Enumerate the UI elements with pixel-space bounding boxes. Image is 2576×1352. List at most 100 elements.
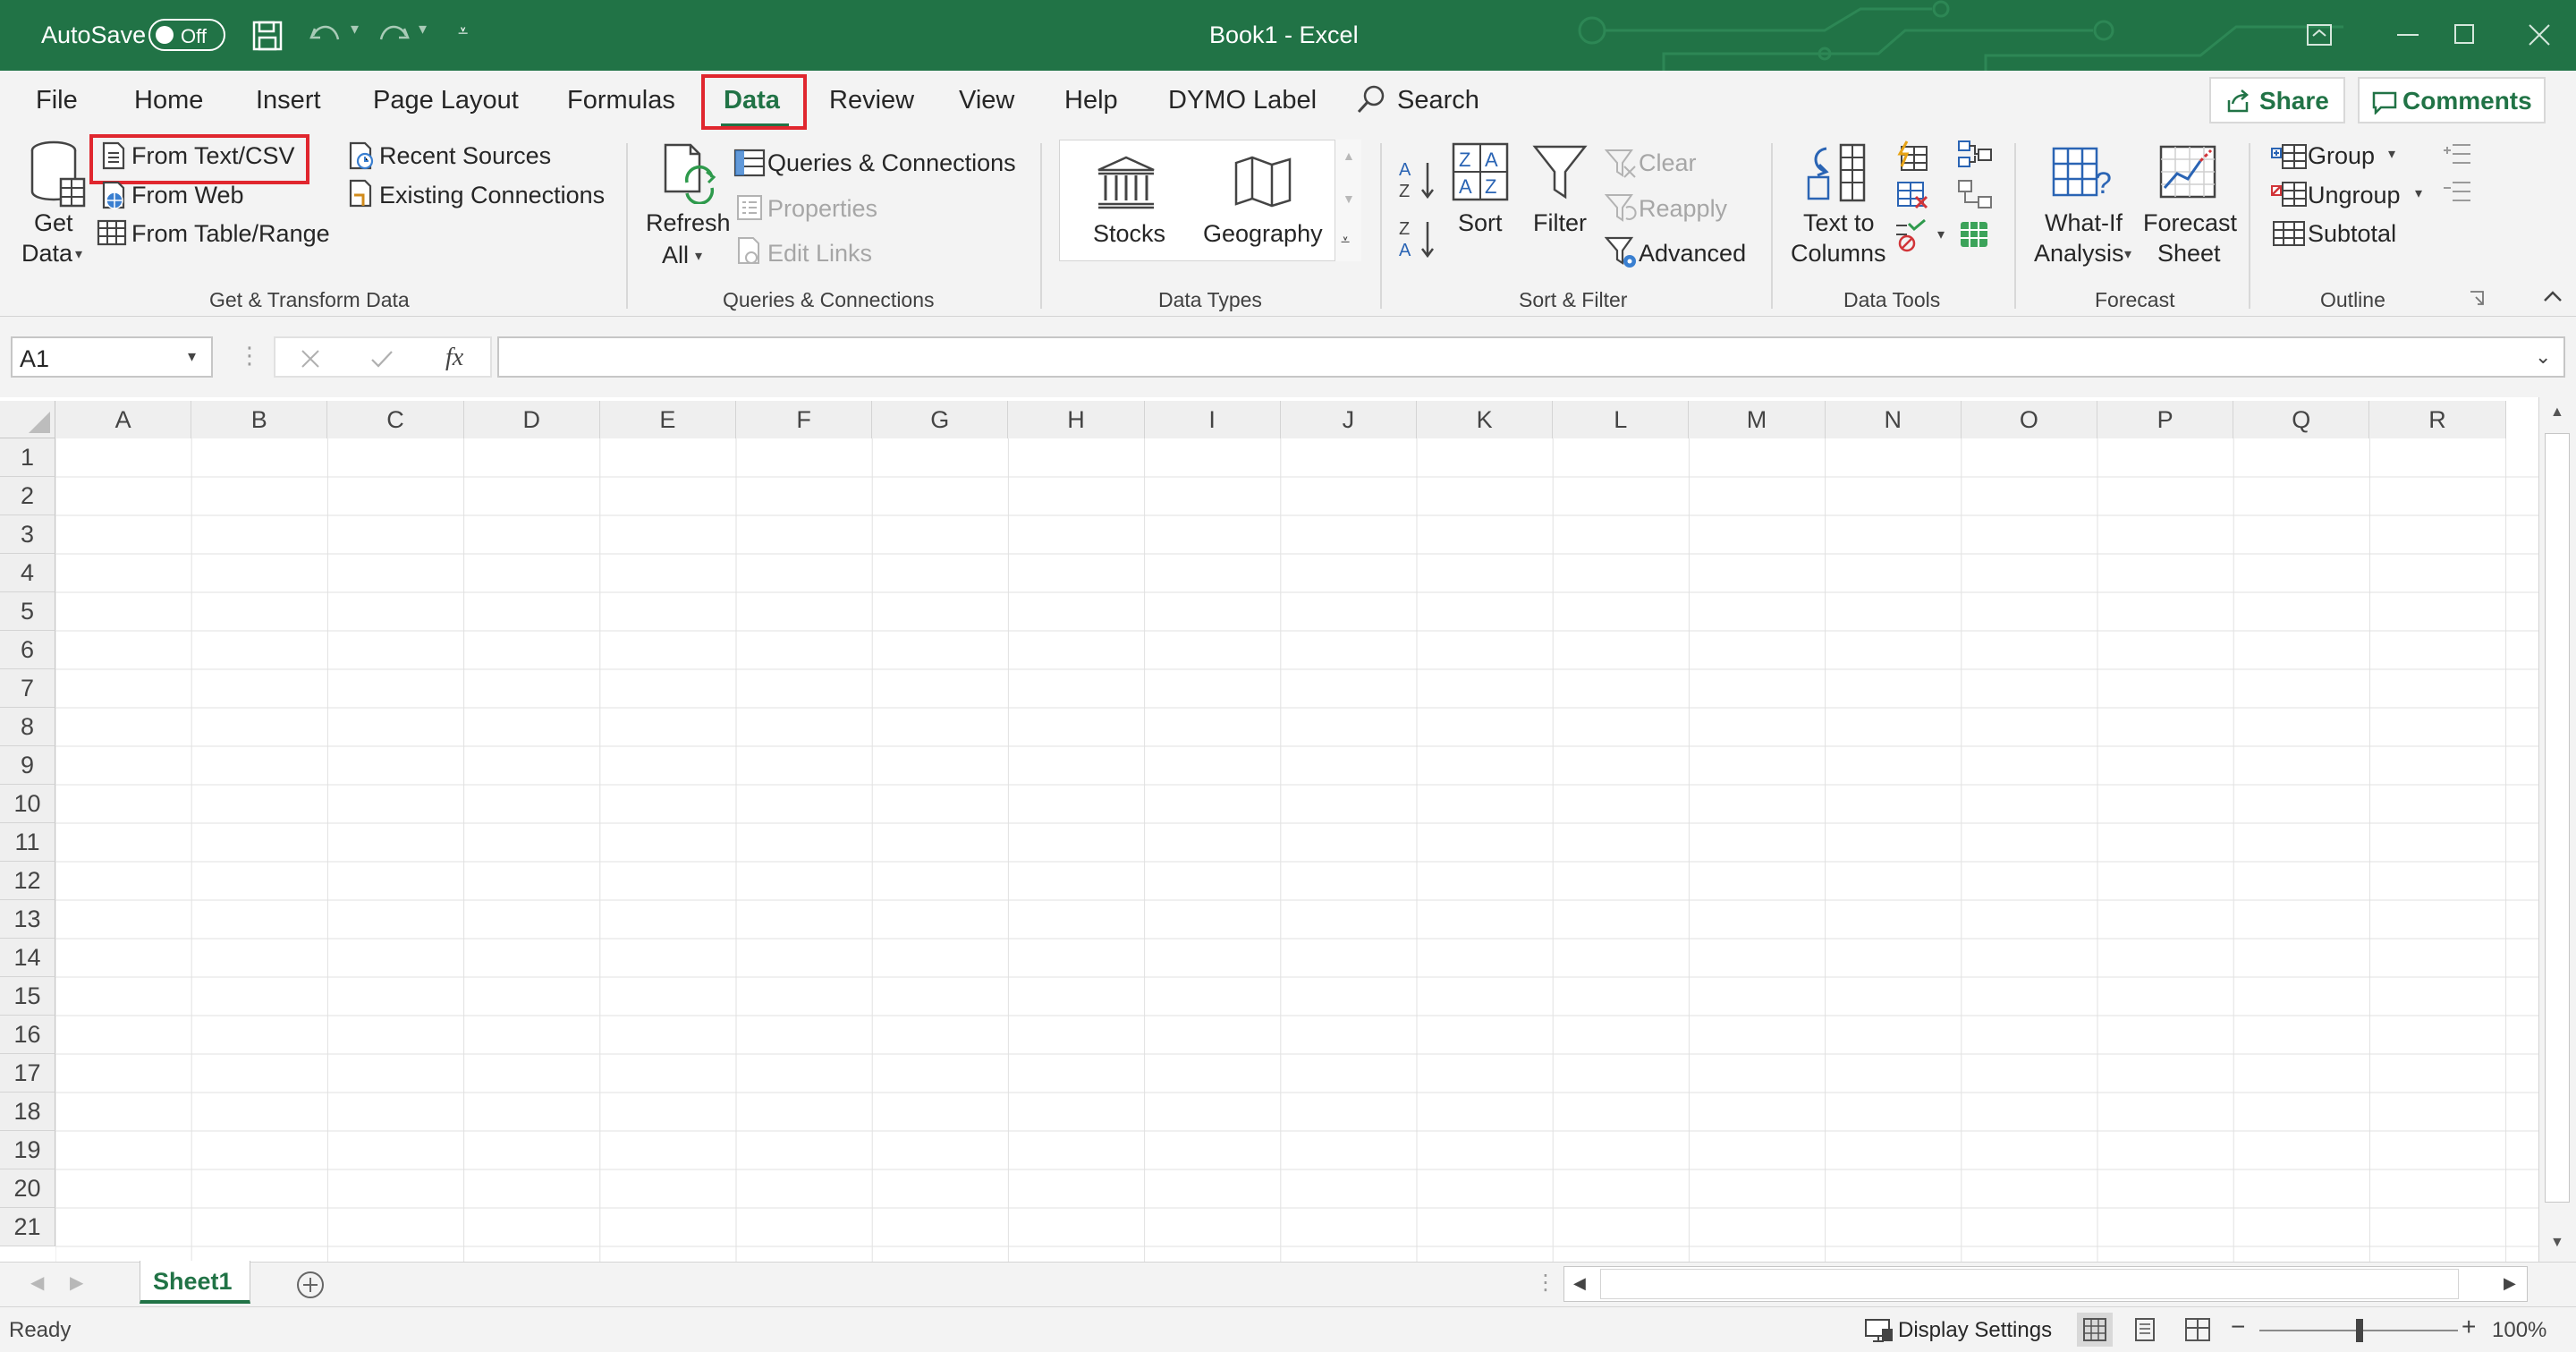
what-if-label-2[interactable]: Analysis [2034,240,2124,268]
sort-z-to-a-icon[interactable]: Z A [1397,217,1436,261]
get-data-label-2[interactable]: Data [21,240,72,268]
column-header[interactable]: G [872,401,1009,438]
from-web-button[interactable]: From Web [131,182,244,209]
what-if-dropdown-icon[interactable]: ▾ [2124,245,2131,263]
column-header[interactable]: I [1144,401,1281,438]
column-header[interactable]: A [55,401,192,438]
tab-insert[interactable]: Insert [256,86,321,115]
reapply-button[interactable]: Reapply [1639,195,1727,223]
formula-input[interactable]: ⌄ [497,336,2565,378]
horizontal-scroll-thumb[interactable] [1600,1269,2459,1299]
normal-view-button[interactable] [2077,1313,2113,1347]
comments-button[interactable]: Comments [2358,77,2546,123]
row-header[interactable]: 1 [0,438,55,477]
what-if-label-1[interactable]: What-If [2045,209,2123,237]
customize-qat-icon[interactable]: ⩡ [458,21,468,42]
sort-button[interactable]: Sort [1458,209,1503,237]
column-header[interactable]: C [327,401,464,438]
show-detail-icon[interactable] [2442,141,2472,166]
queries-connections-button[interactable]: Queries & Connections [767,149,1016,177]
row-header[interactable]: 10 [0,785,55,823]
dialog-launcher-icon[interactable] [2469,290,2485,306]
gallery-scroll[interactable]: ▲ ▼ ⩡ [1335,140,1361,261]
row-header[interactable]: 13 [0,900,55,939]
gallery-more-icon[interactable]: ⩡ [1341,231,1350,250]
enter-icon[interactable] [370,349,394,369]
minimize-icon[interactable] [2397,34,2419,36]
group-button[interactable]: Group [2308,142,2375,170]
search-label[interactable]: Search [1397,86,1479,115]
tab-review[interactable]: Review [829,86,914,115]
hide-detail-icon[interactable] [2442,179,2472,204]
add-sheet-icon[interactable] [295,1270,326,1300]
name-box[interactable]: A1 ▾ [11,336,213,378]
zoom-slider-thumb[interactable] [2356,1319,2363,1342]
ungroup-dropdown-icon[interactable]: ▾ [2415,184,2422,202]
tab-dymo-label[interactable]: DYMO Label [1168,86,1317,115]
row-header[interactable]: 2 [0,477,55,515]
text-to-columns-label-2[interactable]: Columns [1791,240,1886,268]
share-button[interactable]: Share [2209,77,2345,123]
sheet-tab-sheet1[interactable]: Sheet1 [140,1261,250,1304]
zoom-level[interactable]: 100% [2492,1318,2546,1343]
existing-connections-button[interactable]: Existing Connections [379,182,605,209]
select-all-button[interactable] [0,401,55,438]
row-header[interactable]: 6 [0,631,55,669]
tab-page-layout[interactable]: Page Layout [373,86,519,115]
group-dropdown-icon[interactable]: ▾ [2388,145,2395,163]
close-icon[interactable] [2528,23,2551,47]
column-header[interactable]: E [599,401,736,438]
formula-bar-grip-icon[interactable]: ⋮ [238,342,261,370]
redo-icon[interactable] [376,20,411,50]
sort-a-to-z-icon[interactable]: A Z [1397,157,1436,202]
row-header[interactable]: 17 [0,1054,55,1093]
filter-button[interactable]: Filter [1533,209,1587,237]
tab-help[interactable]: Help [1064,86,1118,115]
horizontal-scrollbar[interactable]: ◀ ▶ [1563,1266,2528,1302]
forecast-sheet-label-2[interactable]: Sheet [2157,240,2221,268]
expand-formula-icon[interactable]: ⌄ [2535,345,2551,369]
scroll-up-icon[interactable]: ▲ [2550,404,2564,421]
display-settings-button[interactable]: Display Settings [1898,1318,2052,1343]
maximize-icon[interactable] [2454,24,2474,44]
row-header[interactable]: 20 [0,1169,55,1208]
prev-sheet-icon[interactable]: ◀ [30,1271,44,1294]
column-header[interactable]: Q [2233,401,2370,438]
search-icon[interactable] [1356,84,1386,115]
row-header[interactable]: 7 [0,669,55,708]
flash-fill-icon[interactable] [1894,140,1930,172]
next-sheet-icon[interactable]: ▶ [70,1271,83,1294]
what-if-analysis-icon[interactable]: ? [2050,143,2116,204]
undo-dropdown-icon[interactable]: ▾ [351,20,359,38]
split-grip-icon[interactable]: ⋮ [1535,1270,1556,1296]
data-validation-dropdown-icon[interactable]: ▾ [1937,225,1945,243]
from-table-range-button[interactable]: From Table/Range [131,220,330,248]
recent-sources-button[interactable]: Recent Sources [379,142,551,170]
scroll-right-icon[interactable]: ▶ [2504,1274,2516,1293]
page-layout-view-icon[interactable] [2132,1317,2157,1342]
autosave-toggle[interactable]: Off [148,19,225,51]
properties-button[interactable]: Properties [767,195,877,223]
name-box-dropdown-icon[interactable]: ▾ [188,347,196,366]
get-data-icon[interactable] [29,140,88,209]
row-header[interactable]: 18 [0,1093,55,1131]
column-header[interactable]: L [1553,401,1690,438]
remove-duplicates-icon[interactable] [1894,179,1930,211]
page-break-preview-icon[interactable] [2184,1317,2211,1342]
tab-formulas[interactable]: Formulas [567,86,675,115]
ribbon-display-icon[interactable] [2306,23,2333,47]
row-header[interactable]: 21 [0,1208,55,1246]
row-header[interactable]: 8 [0,708,55,746]
consolidate-icon[interactable] [1957,140,1993,170]
column-header[interactable]: O [1961,401,2097,438]
row-header[interactable]: 12 [0,862,55,900]
column-header[interactable]: F [736,401,873,438]
gallery-up-icon[interactable]: ▲ [1343,149,1355,163]
column-header[interactable]: H [1008,401,1145,438]
row-header[interactable]: 5 [0,592,55,631]
zoom-in-button[interactable]: + [2462,1313,2476,1341]
forecast-sheet-icon[interactable] [2157,143,2218,200]
sort-icon[interactable]: Z A A Z [1451,141,1510,204]
vertical-scrollbar[interactable]: ▲ ▼ [2538,397,2576,1262]
data-validation-icon[interactable] [1894,218,1930,252]
